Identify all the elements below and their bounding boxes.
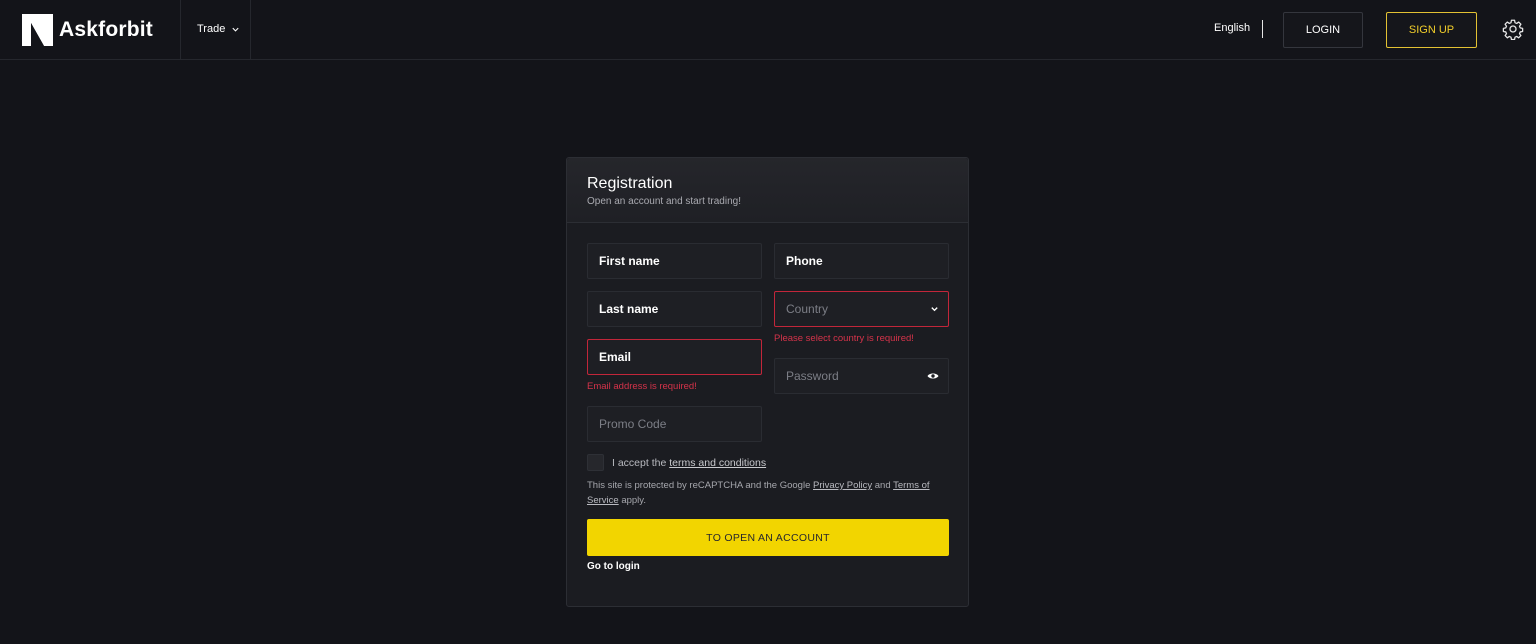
nav-divider xyxy=(250,0,251,59)
signup-button[interactable]: SIGN UP xyxy=(1386,12,1477,48)
promo-code-field[interactable]: Promo Code xyxy=(587,406,762,442)
brand-logo[interactable]: Askforbit xyxy=(22,13,153,47)
recaptcha-text: This site is protected by reCAPTCHA and … xyxy=(587,480,811,491)
country-error: Please select country is required! xyxy=(774,333,914,344)
terms-text: I accept the terms and conditions xyxy=(612,457,766,469)
recaptcha-and: and xyxy=(874,480,891,491)
phone-field[interactable]: Phone xyxy=(774,243,949,279)
language-divider xyxy=(1262,20,1263,38)
terms-checkbox[interactable] xyxy=(587,454,604,471)
last-name-label: Last name xyxy=(599,302,659,316)
email-label: Email xyxy=(599,350,632,364)
terms-prefix: I accept the xyxy=(612,456,667,469)
terms-link[interactable]: terms and conditions xyxy=(669,457,766,469)
terms-acceptance: I accept the terms and conditions xyxy=(587,454,766,471)
password-placeholder: Password xyxy=(786,369,839,383)
email-error: Email address is required! xyxy=(587,381,697,392)
promo-code-placeholder: Promo Code xyxy=(599,417,667,431)
brand-name: Askforbit xyxy=(59,18,153,41)
first-name-field[interactable]: First name xyxy=(587,243,762,279)
chevron-down-icon xyxy=(931,307,938,312)
last-name-field[interactable]: Last name xyxy=(587,291,762,327)
chevron-down-icon xyxy=(232,27,239,32)
open-account-button[interactable]: TO OPEN AN ACCOUNT xyxy=(587,519,949,556)
recaptcha-apply: apply. xyxy=(621,494,646,506)
eye-icon[interactable] xyxy=(927,372,939,380)
top-navbar: Askforbit Trade English LOGIN SIGN UP xyxy=(0,0,1536,60)
email-field[interactable]: Email xyxy=(587,339,762,375)
registration-card: Registration Open an account and start t… xyxy=(566,157,969,607)
recaptcha-notice: This site is protected by reCAPTCHA and … xyxy=(587,479,947,508)
registration-subtitle: Open an account and start trading! xyxy=(587,196,741,207)
language-selector[interactable]: English xyxy=(1214,22,1250,34)
trade-menu-label: Trade xyxy=(197,23,226,35)
nav-divider xyxy=(180,0,181,59)
go-to-login-link[interactable]: Go to login xyxy=(587,561,640,572)
registration-title: Registration xyxy=(587,175,673,192)
first-name-label: First name xyxy=(599,254,660,268)
login-button[interactable]: LOGIN xyxy=(1283,12,1363,48)
country-select[interactable]: Country xyxy=(774,291,949,327)
phone-label: Phone xyxy=(786,254,823,268)
trade-menu[interactable]: Trade xyxy=(197,20,240,38)
privacy-policy-link[interactable]: Privacy Policy xyxy=(813,480,872,491)
askforbit-logo-icon xyxy=(22,14,53,46)
country-placeholder: Country xyxy=(786,302,829,316)
registration-header: Registration Open an account and start t… xyxy=(567,158,968,223)
gear-icon[interactable] xyxy=(1502,18,1524,40)
password-field[interactable]: Password xyxy=(774,358,949,394)
